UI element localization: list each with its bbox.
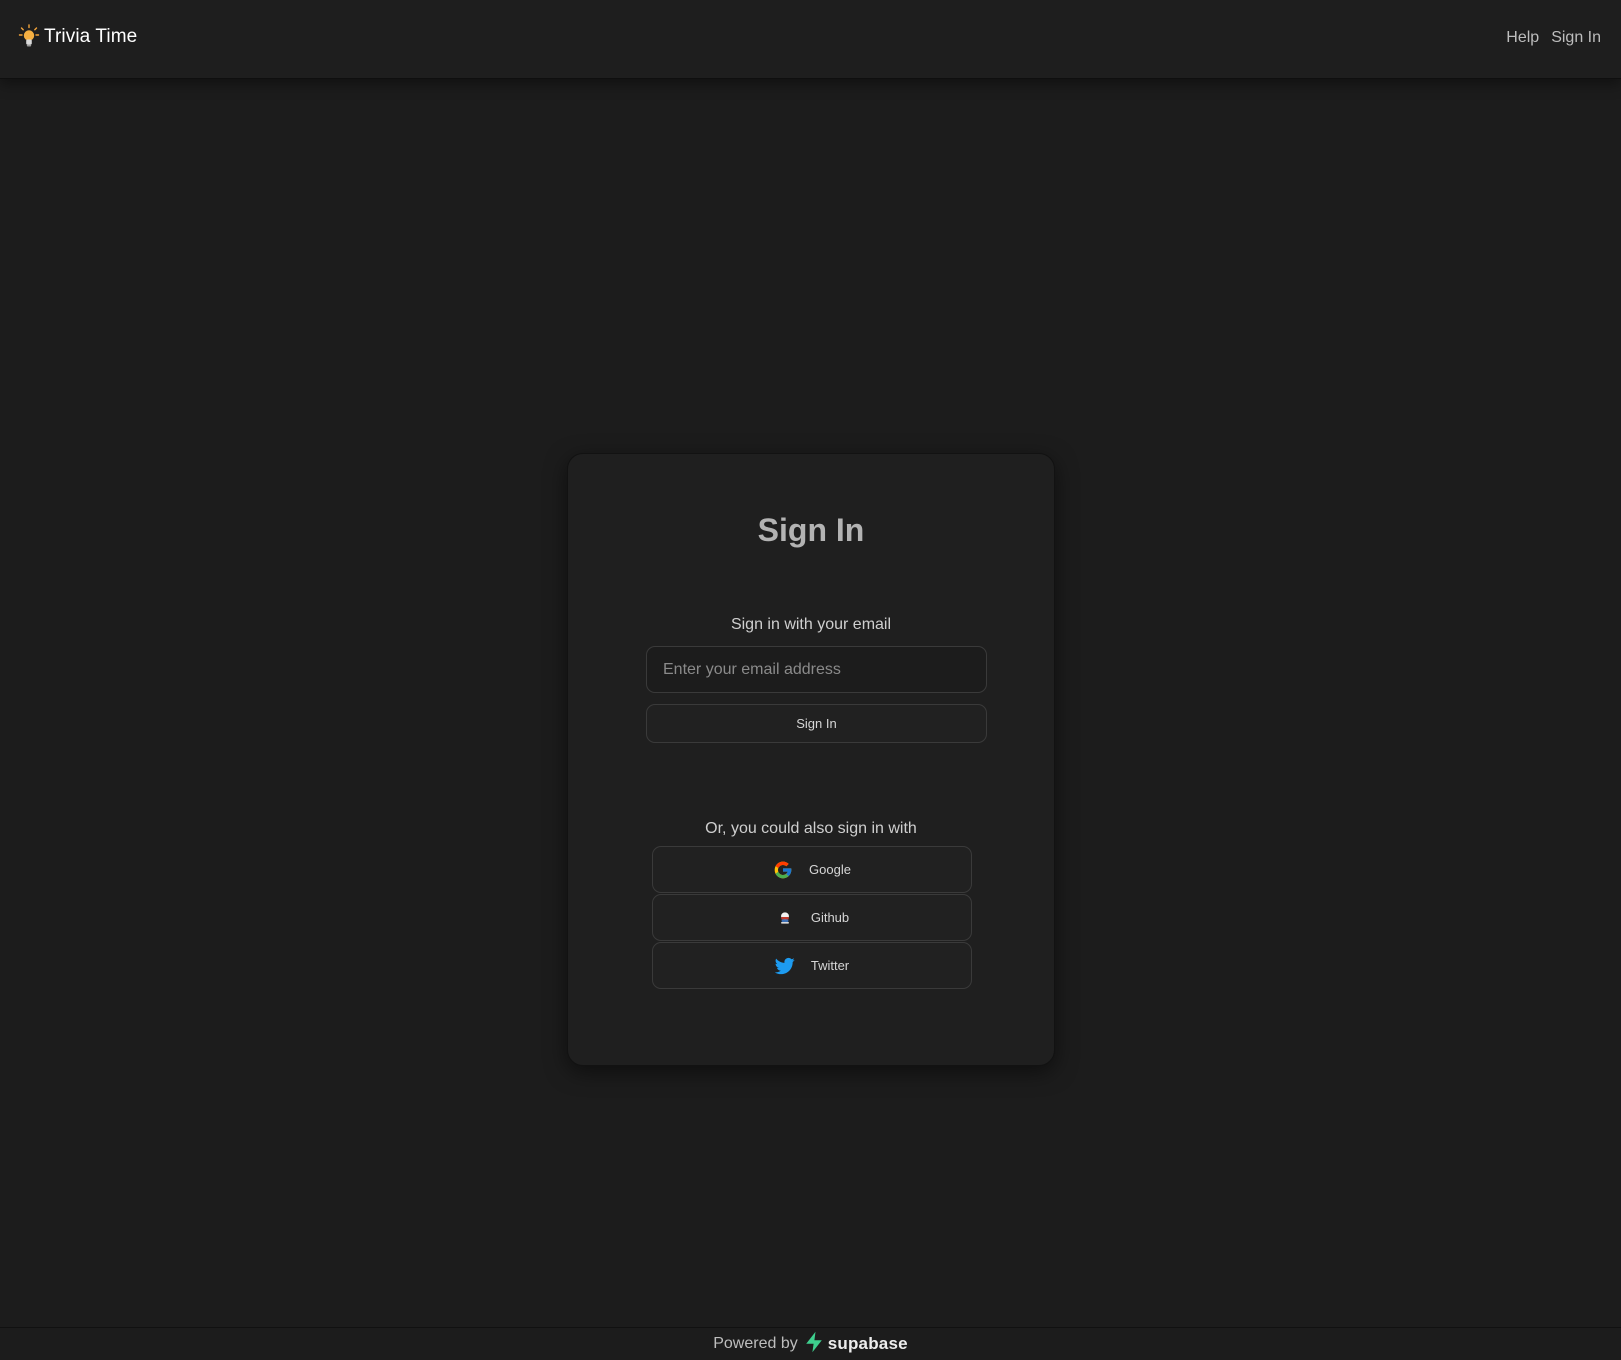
twitter-sign-in-button[interactable]: Twitter: [652, 942, 972, 989]
google-icon: [773, 860, 793, 880]
supabase-wordmark: supabase: [827, 1334, 908, 1353]
supabase-bolt-icon: [804, 1331, 824, 1358]
email-section-label: Sign in with your email: [730, 616, 892, 633]
google-sign-in-button[interactable]: Google: [652, 846, 972, 893]
sign-in-card: Sign In Sign in with your email Sign In …: [567, 453, 1055, 1066]
github-icon: [775, 908, 795, 928]
nav-help-link[interactable]: Help: [1506, 29, 1539, 47]
sign-in-submit-button[interactable]: Sign In: [646, 704, 987, 743]
google-button-label: Google: [809, 862, 851, 877]
top-navbar: Trivia Time Help Sign In: [0, 0, 1621, 79]
supabase-logo-link[interactable]: supabase: [804, 1331, 908, 1358]
twitter-icon: [774, 956, 795, 976]
lightbulb-icon: [18, 24, 40, 50]
app-title: Trivia Time: [44, 26, 138, 47]
twitter-button-label: Twitter: [810, 958, 850, 973]
github-button-label: Github: [810, 910, 850, 925]
page-title: Sign In: [757, 512, 865, 548]
oauth-section-label: Or, you could also sign in with: [705, 820, 917, 837]
footer: Powered by supabase: [0, 1327, 1621, 1360]
email-input[interactable]: [646, 646, 987, 693]
brand-home-link[interactable]: Trivia Time: [18, 24, 137, 50]
powered-by-text: Powered by: [713, 1335, 798, 1352]
nav-sign-in-link[interactable]: Sign In: [1551, 29, 1601, 47]
github-sign-in-button[interactable]: Github: [652, 894, 972, 941]
nav-links: Help Sign In: [1506, 29, 1601, 47]
